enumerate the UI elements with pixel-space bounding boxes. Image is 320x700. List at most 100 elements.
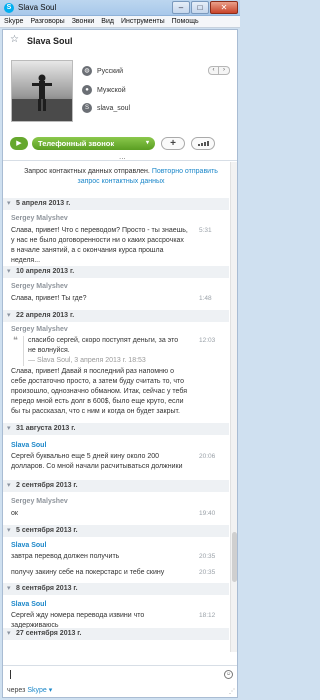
message-time: 20:06 (199, 453, 216, 460)
send-via: через Skype ▾ (7, 686, 52, 694)
message-time: 5:31 (199, 227, 212, 234)
contact-name: Slava Soul (27, 36, 73, 46)
send-via-label: через (7, 687, 26, 694)
scrollbar-thumb[interactable] (232, 532, 237, 582)
message-sender: Sergey Malyshev (11, 283, 68, 290)
chevron-down-icon[interactable]: ▾ (7, 629, 11, 637)
phone-call-label: Телефонный звонок (38, 139, 115, 148)
skype-logo-icon: S (4, 3, 14, 13)
message-text: Слава, привет! Что с переводом? Просто -… (11, 227, 188, 264)
call-quality-button[interactable] (191, 137, 215, 150)
message-sender: Slava Soul (11, 542, 47, 549)
menu-tools[interactable]: Инструменты (121, 16, 165, 27)
globe-icon: ◍ (82, 66, 92, 76)
divider (3, 160, 237, 161)
contact-language: Русский (97, 67, 123, 75)
date-label: 5 апреля 2013 г. (16, 200, 71, 207)
date-label: 22 апреля 2013 г. (16, 312, 75, 319)
menu-calls[interactable]: Звонки (72, 16, 95, 27)
chevron-down-icon[interactable]: ▾ (7, 199, 11, 207)
message-text: Сергей буквально еще 5 дней кину около 2… (11, 453, 183, 470)
conversation-panel: ☆ Slava Soul ‹ › ◍ Русский ● Мужской S s… (2, 29, 238, 698)
menu-skype[interactable]: Skype (4, 16, 23, 27)
date-label: 2 сентября 2013 г. (16, 482, 78, 489)
emoticon-icon[interactable]: ☺ (224, 670, 233, 679)
avatar (11, 60, 73, 122)
chevron-down-icon[interactable]: ▾ (7, 311, 11, 319)
profile-nav: ‹ › (208, 66, 230, 75)
window-title: Slava Soul (18, 3, 57, 12)
close-button[interactable]: ✕ (210, 1, 238, 14)
message-sender: Sergey Malyshev (11, 326, 68, 333)
message-time: 18:12 (199, 612, 216, 619)
skype-name-row: S slava_soul (82, 103, 130, 113)
signal-bar (204, 142, 206, 146)
chevron-down-icon[interactable]: ▾ (7, 481, 11, 489)
date-header: ▾ 8 сентября 2013 г. (3, 583, 229, 595)
date-header: ▾ 27 сентября 2013 г. (3, 628, 229, 640)
next-arrow-icon[interactable]: › (219, 66, 230, 75)
send-via-selector[interactable]: Skype ▾ (27, 687, 52, 694)
notice-text: Запрос контактных данных отправлен. (24, 168, 152, 175)
menu-bar: Skype Разговоры Звонки Вид Инструменты П… (0, 16, 240, 28)
phone-call-button[interactable]: Телефонный звонок ▾ (32, 137, 155, 150)
language-row: ◍ Русский (82, 66, 123, 76)
chat-scrollbar[interactable] (230, 162, 237, 652)
add-button[interactable]: + (161, 137, 185, 150)
message-sender: Sergey Malyshev (11, 498, 68, 505)
date-label: 5 сентября 2013 г. (16, 527, 78, 534)
window-controls: – □ ✕ (172, 1, 238, 14)
contact-skype-name: slava_soul (97, 104, 131, 112)
date-header: ▾ 2 сентября 2013 г. (3, 480, 229, 492)
message-text: ок (11, 510, 18, 517)
message-input[interactable]: ☺ (3, 665, 237, 683)
contact-gender: Мужской (97, 86, 126, 94)
date-label: 8 сентября 2013 г. (16, 585, 78, 592)
resize-grip-icon[interactable]: ⋰ (229, 688, 235, 695)
window-titlebar: S Slava Soul – □ ✕ (0, 0, 240, 16)
message-time: 1:48 (199, 295, 212, 302)
date-label: 31 августа 2013 г. (16, 425, 76, 432)
maximize-button[interactable]: □ (191, 1, 209, 14)
chevron-down-icon[interactable]: ▾ (7, 584, 11, 592)
menu-view[interactable]: Вид (101, 16, 114, 27)
signal-bar (201, 143, 203, 146)
text-cursor (10, 670, 11, 679)
skype-id-icon: S (82, 103, 92, 113)
message-text: Слава, привет! Ты где? (11, 295, 87, 302)
message-text: получу закину себе на покерстарс и тебе … (11, 569, 165, 576)
favorite-star-icon[interactable]: ☆ (10, 34, 19, 45)
message-text: Слава, привет! Давай я последний раз нап… (11, 368, 187, 415)
quote-text: спасибо сергей, скоро поступят деньги, з… (28, 337, 179, 354)
signal-bar (207, 141, 209, 146)
chevron-down-icon[interactable]: ▾ (146, 137, 149, 150)
gender-row: ● Мужской (82, 85, 126, 95)
chevron-down-icon[interactable]: ▾ (7, 526, 11, 534)
message-time: 20:35 (199, 553, 216, 560)
date-header: ▾ 10 апреля 2013 г. (3, 266, 229, 278)
date-label: 10 апреля 2013 г. (16, 268, 75, 275)
chevron-down-icon[interactable]: ▾ (7, 267, 11, 275)
message-text: завтра перевод должен получить (11, 553, 120, 560)
message-sender: Sergey Malyshev (11, 215, 68, 222)
person-icon: ● (82, 85, 92, 95)
quote-icon: ❝ (13, 335, 18, 345)
prev-arrow-icon[interactable]: ‹ (208, 66, 219, 75)
chevron-down-icon[interactable]: ▾ (7, 424, 11, 432)
date-header: ▾ 22 апреля 2013 г. (3, 310, 229, 322)
menu-conversations[interactable]: Разговоры (30, 16, 64, 27)
message-time: 19:40 (199, 510, 216, 517)
message-sender: Slava Soul (11, 601, 47, 608)
quote-source: — Slava Soul, 3 апреля 2013 г. 18:53 (28, 357, 146, 364)
menu-help[interactable]: Помощь (172, 16, 199, 27)
contact-request-notice: Запрос контактных данных отправлен. Повт… (13, 167, 229, 187)
signal-bars-icon (198, 144, 200, 146)
date-header: ▾ 31 августа 2013 г. (3, 423, 229, 435)
video-call-button[interactable]: ▶ (10, 137, 28, 150)
message-time: 12:03 (199, 337, 216, 344)
contact-header: ☆ Slava Soul (3, 30, 237, 52)
date-header: ▾ 5 сентября 2013 г. (3, 525, 229, 537)
call-toolbar: ▶ Телефонный звонок ▾ + (10, 137, 232, 151)
message-sender: Slava Soul (11, 442, 47, 449)
minimize-button[interactable]: – (172, 1, 190, 14)
